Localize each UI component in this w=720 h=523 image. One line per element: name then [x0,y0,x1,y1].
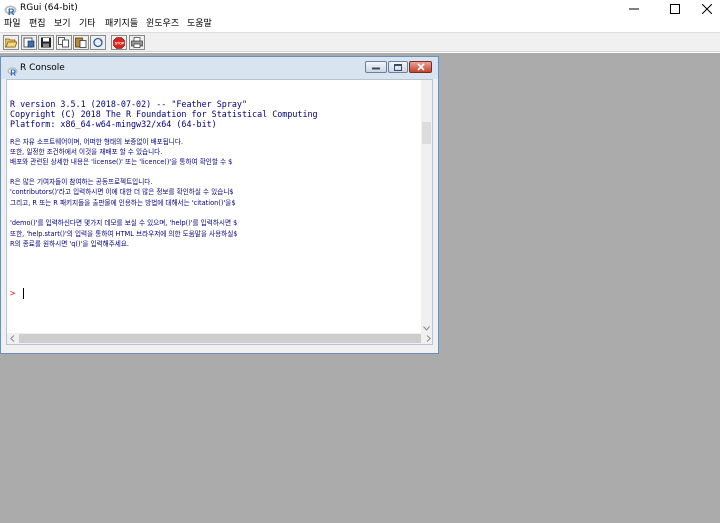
console-output[interactable]: R version 3.5.1 (2018-07-02) -- "Feather… [6,79,433,345]
menu-edit[interactable]: 편집 [29,18,46,30]
copy-paste-button[interactable] [90,35,106,50]
copy-icon [58,37,69,48]
console-line: Copyright (C) 2018 The R Foundation for … [10,109,318,119]
title-bar: R RGui (64-bit) [0,0,720,17]
console-line: 또한, 일정한 조건하에서 이것을 재배포 할 수 있습니다. [10,148,163,156]
console-line: 배포와 관련된 상세한 내용은 'license()' 또는 'licence(… [10,158,233,166]
open-script-button[interactable] [3,35,19,50]
chevron-down-icon [423,326,430,331]
console-line: R의 종료를 원하시면 'q()'을 입력해주세요. [10,240,130,248]
save-workspace-icon [41,37,51,48]
svg-text:R: R [8,7,15,17]
menu-windows[interactable]: 윈도우즈 [146,18,179,30]
rgui-app: R RGui (64-bit) 파일 편집 보기 기타 패키지들 윈도우즈 도움… [0,0,720,523]
text-caret [23,288,24,299]
r-logo-icon: R [4,2,17,17]
console-title-bar[interactable]: R R Console [1,57,438,79]
r-console-icon: R [7,62,18,78]
paste-icon [75,37,87,48]
minimize-icon [629,8,639,9]
load-workspace-button[interactable] [21,35,37,50]
save-workspace-button[interactable] [38,35,54,50]
console-vertical-scrollbar[interactable] [421,80,432,334]
console-line: 'demo()'를 입력하신다면 몇가지 데모를 보실 수 있으며, 'help… [10,219,238,227]
window-title: RGui (64-bit) [20,3,78,13]
maximize-button[interactable] [660,0,690,17]
print-icon [131,37,143,48]
close-icon [702,3,712,14]
menu-misc[interactable]: 기타 [79,18,96,30]
console-restore-button[interactable] [388,61,408,73]
console-line: R version 3.5.1 (2018-07-02) -- "Feather… [10,99,247,109]
console-line: R은 자유 소프트웨어이며, 어떠한 형태의 보증없이 배포됩니다. [10,138,184,146]
console-horizontal-scrollbar[interactable] [7,333,432,344]
console-line: Platform: x86_64-w64-mingw32/x64 (64-bit… [10,119,217,129]
console-line: 'contributors()'라고 입력하시면 이에 대한 더 많은 정보를 … [10,188,234,196]
toolbar: STOP [0,32,720,52]
menu-file[interactable]: 파일 [4,18,21,30]
svg-text:R: R [10,69,16,78]
r-console-window: R R Console R version 3.5.1 (2018-07-02)… [0,56,439,354]
console-vertical-scroll-thumb[interactable] [422,122,431,144]
console-prompt: > [10,289,16,299]
console-horizontal-scroll-thumb[interactable] [19,334,421,343]
console-line: 그리고, R 또는 R 패키지들을 출판물에 인용하는 방법에 대해서는 'ci… [10,199,236,207]
stop-button[interactable]: STOP [111,35,127,50]
scroll-left-arrow[interactable] [7,333,18,344]
stop-icon: STOP [113,36,125,49]
console-line: 또한, 'help.start()'의 입력을 통하여 HTML 브라우저에 의… [10,230,238,238]
print-button[interactable] [129,35,145,50]
menu-packages[interactable]: 패키지들 [105,18,138,30]
maximize-icon [670,3,680,14]
console-minimize-button[interactable] [365,61,387,73]
load-workspace-icon [23,37,35,48]
minimize-icon [372,67,380,70]
svg-text:STOP: STOP [115,41,125,45]
console-close-button[interactable] [409,61,432,73]
restore-icon [394,63,402,71]
menu-bar: 파일 편집 보기 기타 패키지들 윈도우즈 도움말 [0,17,720,32]
console-title: R Console [20,63,65,73]
copy-button[interactable] [56,35,72,50]
copy-paste-icon [93,37,103,48]
minimize-button[interactable] [619,0,649,17]
menu-help[interactable]: 도움말 [187,18,212,30]
scroll-right-arrow[interactable] [423,333,432,344]
chevron-right-icon [426,335,431,342]
open-script-icon [5,38,17,48]
chevron-left-icon [10,335,15,342]
console-line: R은 많은 기여자들이 참여하는 공동프로젝트입니다. [10,178,153,186]
close-icon [416,63,425,71]
menu-view[interactable]: 보기 [54,18,71,30]
close-button[interactable] [692,0,720,17]
paste-button[interactable] [73,35,89,50]
